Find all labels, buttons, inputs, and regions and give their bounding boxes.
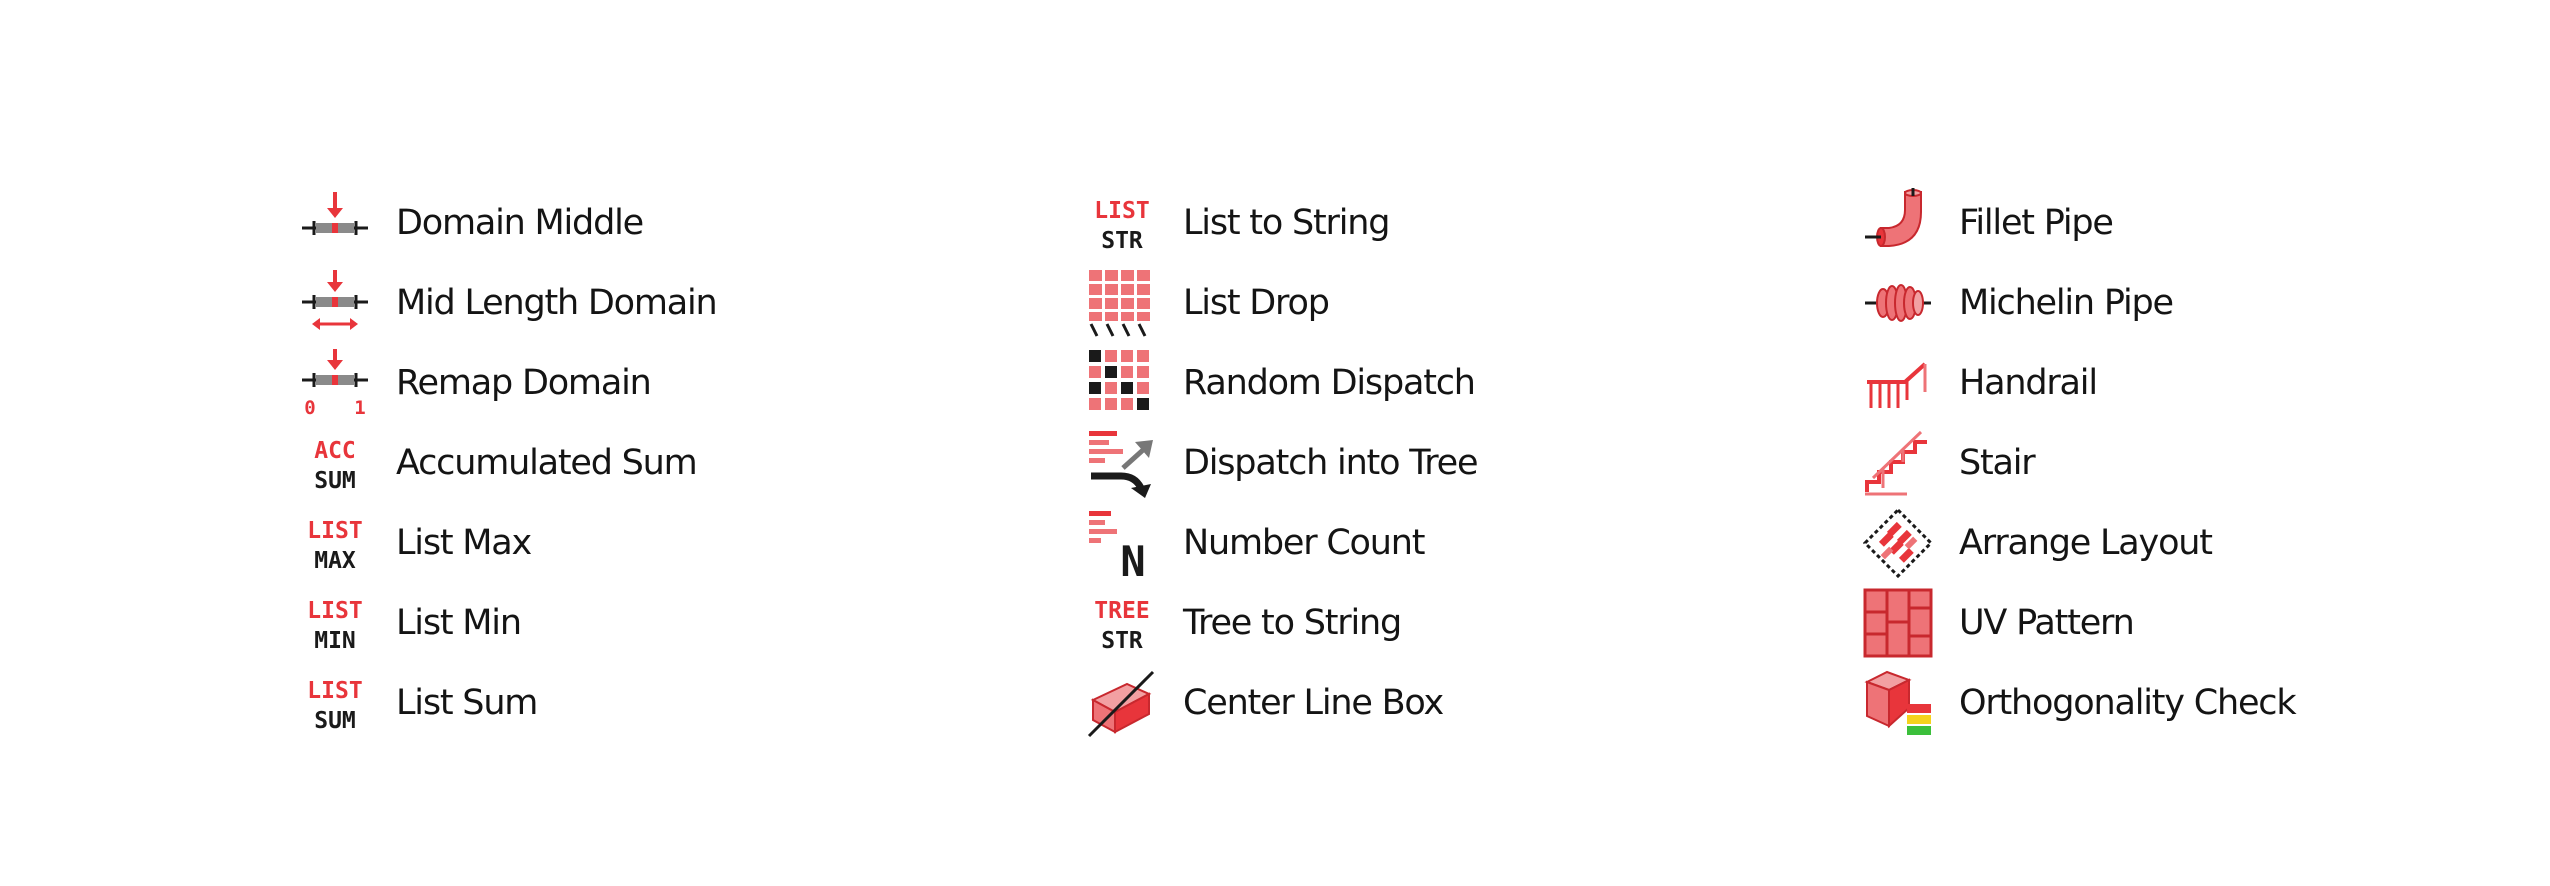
list-min-icon: LIST MIN [300, 588, 370, 658]
list-to-string-icon: LIST STR [1087, 188, 1157, 258]
list-max-icon: LIST MAX [300, 508, 370, 578]
item-label: Remap Domain [396, 363, 652, 403]
legend-item: Fillet Pipe [1863, 183, 2550, 263]
legend-column-3: Fillet Pipe Michelin Pipe Handrail Stair… [1863, 183, 2550, 743]
michelin-pipe-icon [1863, 268, 1933, 338]
icon-text-top: LIST [307, 678, 362, 704]
legend-item: Random Dispatch [1087, 343, 1847, 423]
legend-item: Domain Middle [300, 183, 1060, 263]
random-dispatch-icon [1087, 348, 1157, 418]
uv-pattern-icon [1863, 588, 1933, 658]
legend-item: LIST MIN List Min [300, 583, 1060, 663]
legend-item: TREE STR Tree to String [1087, 583, 1847, 663]
list-drop-icon [1087, 268, 1157, 338]
item-label: Number Count [1183, 523, 1425, 563]
item-label: Accumulated Sum [396, 443, 698, 483]
icon-text-end: 1 [354, 397, 365, 418]
item-label: Arrange Layout [1959, 523, 2213, 563]
domain-middle-icon [300, 188, 370, 258]
legend-item: 0 1 Remap Domain [300, 343, 1060, 423]
center-line-box-icon [1087, 668, 1157, 738]
accumulated-sum-icon: ACC SUM [300, 428, 370, 498]
dispatch-into-tree-icon [1087, 428, 1157, 498]
icon-text-bottom: STR [1101, 628, 1143, 654]
legend-item: List Drop [1087, 263, 1847, 343]
legend-item: Dispatch into Tree [1087, 423, 1847, 503]
item-label: Orthogonality Check [1959, 683, 2297, 723]
legend-item: LIST MAX List Max [300, 503, 1060, 583]
tree-to-string-icon: TREE STR [1087, 588, 1157, 658]
orthogonality-check-icon [1863, 668, 1933, 738]
number-count-icon: N [1087, 508, 1157, 578]
icon-text-bottom: STR [1101, 228, 1143, 254]
legend-item: LIST STR List to String [1087, 183, 1847, 263]
icon-text-bottom: SUM [314, 468, 356, 494]
item-label: List to String [1183, 203, 1390, 243]
icon-text-top: LIST [1094, 198, 1149, 224]
icon-text-top: ACC [314, 438, 356, 464]
stair-icon [1863, 428, 1933, 498]
item-label: UV Pattern [1959, 603, 2135, 643]
item-label: Handrail [1959, 363, 2098, 403]
icon-text-bottom: MAX [314, 548, 356, 574]
item-label: List Max [396, 523, 532, 563]
item-label: Fillet Pipe [1959, 203, 2114, 243]
legend-item: Michelin Pipe [1863, 263, 2550, 343]
item-label: Stair [1959, 443, 2036, 483]
item-label: Center Line Box [1183, 683, 1444, 723]
icon-text-start: 0 [304, 397, 315, 418]
legend-item: Mid Length Domain [300, 263, 1060, 343]
handrail-icon [1863, 348, 1933, 418]
legend-item: Stair [1863, 423, 2550, 503]
item-label: List Min [396, 603, 522, 643]
item-label: Dispatch into Tree [1183, 443, 1479, 483]
legend-item: Arrange Layout [1863, 503, 2550, 583]
legend-item: UV Pattern [1863, 583, 2550, 663]
item-label: List Drop [1183, 283, 1330, 323]
icon-text-bottom: MIN [314, 628, 356, 654]
remap-domain-icon: 0 1 [300, 348, 370, 418]
item-label: Domain Middle [396, 203, 644, 243]
legend-column-2: LIST STR List to String List Drop Random… [1087, 183, 1847, 743]
icon-text-top: LIST [307, 518, 362, 544]
item-label: Tree to String [1183, 603, 1402, 643]
fillet-pipe-icon [1863, 188, 1933, 258]
legend-item: ACC SUM Accumulated Sum [300, 423, 1060, 503]
legend-item: Orthogonality Check [1863, 663, 2550, 743]
item-label: List Sum [396, 683, 538, 723]
item-label: Michelin Pipe [1959, 283, 2174, 323]
icon-text-letter: N [1120, 537, 1145, 578]
icon-text-top: LIST [307, 598, 362, 624]
legend-item: N Number Count [1087, 503, 1847, 583]
item-label: Mid Length Domain [396, 283, 718, 323]
list-sum-icon: LIST SUM [300, 668, 370, 738]
item-label: Random Dispatch [1183, 363, 1476, 403]
legend-column-1: Domain Middle Mid Length Domain 0 1 Rema… [300, 183, 1060, 743]
legend-item: Handrail [1863, 343, 2550, 423]
legend-item: Center Line Box [1087, 663, 1847, 743]
arrange-layout-icon [1863, 508, 1933, 578]
legend-item: LIST SUM List Sum [300, 663, 1060, 743]
icon-text-bottom: SUM [314, 708, 356, 734]
icon-legend: Domain Middle Mid Length Domain 0 1 Rema… [0, 0, 2550, 886]
icon-text-top: TREE [1094, 598, 1149, 624]
mid-length-domain-icon [300, 268, 370, 338]
